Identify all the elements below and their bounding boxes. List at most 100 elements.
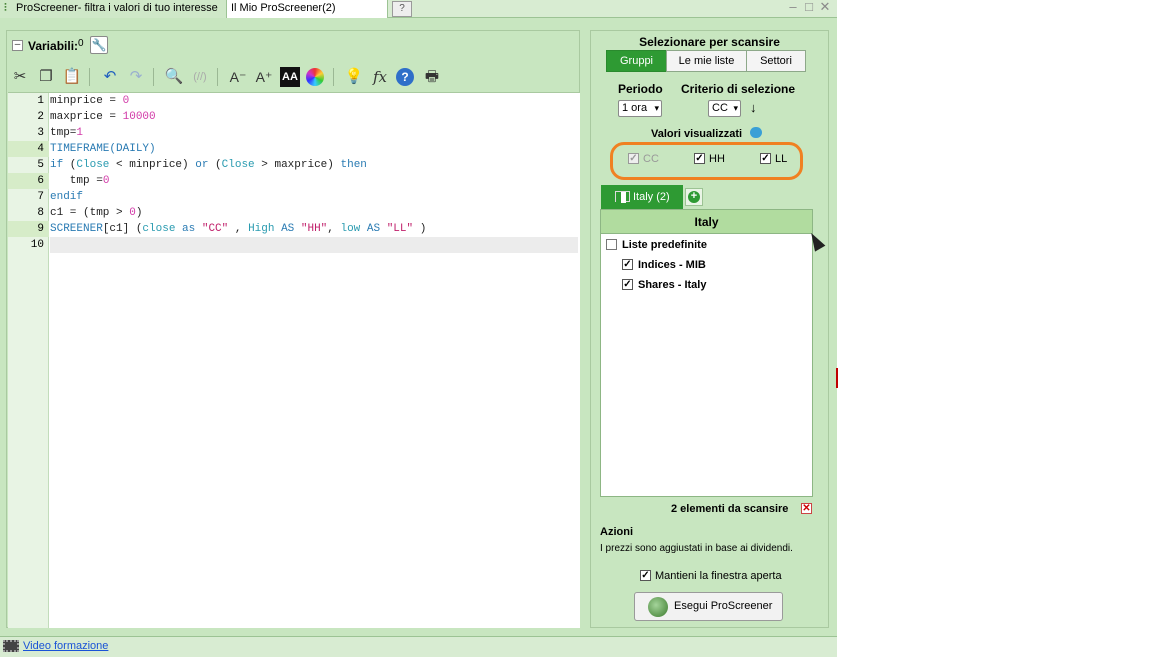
code-token: maxprice = (50, 111, 123, 123)
code-token: ( (63, 159, 77, 171)
tab-my-screener[interactable]: Il Mio ProScreener(2) (226, 0, 388, 18)
font-style-icon[interactable]: AA (280, 67, 300, 87)
code-token: Close (76, 159, 110, 171)
video-training-link[interactable]: Video formazione (23, 640, 108, 652)
line-number: 4 (8, 141, 49, 157)
indices-mib-label: Indices - MIB (638, 259, 706, 271)
chevron-down-icon: ▾ (654, 103, 659, 113)
globe-icon (648, 597, 668, 617)
shares-italy-checkbox[interactable]: ✓ (622, 279, 633, 290)
group-list: Italy Liste predefinite ✓ Indices - MIB … (600, 209, 813, 497)
code-panel: – Variabili: 0 🔧 ✂ ❐ 📋 ↶ ↷ 🔍 (//) A⁻ A⁺ … (6, 30, 580, 628)
criteria-select-value: CC (712, 102, 728, 114)
code-token: "CC" (201, 223, 229, 235)
value-ll-label: LL (775, 153, 788, 165)
line-number-gutter: 1 2 3 4 5 6 7 8 9 10 (8, 93, 49, 628)
period-label: Periodo (618, 82, 663, 96)
run-proscreener-button[interactable]: Esegui ProScreener (634, 592, 783, 621)
variables-label: Variabili: (28, 39, 79, 53)
groups-button[interactable]: Gruppi (606, 50, 667, 72)
copy-icon[interactable]: ❐ (35, 66, 57, 88)
collapse-icon[interactable]: – (12, 40, 23, 51)
lightbulb-icon[interactable]: 💡 (343, 66, 365, 88)
indices-mib-checkbox[interactable]: ✓ (622, 259, 633, 270)
code-line-current[interactable] (50, 237, 578, 253)
code-token: "LL" (386, 223, 414, 235)
predefined-lists-checkbox[interactable] (606, 239, 617, 250)
italy-flag-icon (615, 191, 630, 227)
maximize-icon[interactable]: □ (802, 0, 816, 16)
variables-count: 0 (78, 38, 84, 49)
plus-icon: + (688, 191, 700, 203)
increase-font-icon[interactable]: A⁺ (253, 66, 275, 88)
variables-bar: – Variabili: 0 🔧 (7, 31, 579, 61)
search-icon[interactable]: 🔍 (163, 66, 185, 88)
code-token: endif (50, 191, 84, 203)
predefined-lists-label: Liste predefinite (622, 239, 707, 251)
code-line[interactable]: endif (50, 189, 578, 205)
decrease-font-icon[interactable]: A⁻ (227, 66, 249, 88)
comment-icon[interactable]: (//) (189, 66, 211, 88)
clear-selection-icon[interactable]: ✕ (801, 503, 812, 514)
code-line[interactable]: maxprice = 10000 (50, 109, 578, 125)
line-number: 9 (8, 221, 49, 237)
actions-title: Azioni (600, 526, 633, 538)
value-ll-checkbox[interactable]: ✓ (760, 153, 771, 164)
line-number: 5 (37, 159, 44, 171)
info-bubble-icon[interactable] (750, 127, 762, 138)
print-icon[interactable]: 🖶 (421, 66, 443, 88)
tab-my-screener-label: Il Mio ProScreener(2) (231, 2, 336, 14)
criteria-select[interactable]: CC ▾ (708, 100, 741, 117)
line-number: 7 (37, 191, 44, 203)
line-number: 10 (30, 239, 44, 251)
displayed-values-label: Valori visualizzati (651, 128, 743, 140)
help-icon[interactable]: ? (396, 68, 414, 86)
toolbar-divider (217, 68, 218, 86)
function-icon[interactable]: fx (369, 66, 391, 88)
tab-proscreener-label: ProScreener- filtra i valori di tuo inte… (16, 2, 218, 14)
scan-settings-panel: Selezionare per scansire Gruppi Le mie l… (590, 30, 829, 628)
proscreener-window: ⫶ ProScreener- filtra i valori di tuo int… (0, 0, 837, 657)
code-line[interactable]: minprice = 0 (50, 93, 578, 109)
my-lists-button[interactable]: Le mie liste (666, 50, 747, 72)
keep-window-open-checkbox[interactable]: ✓ (640, 570, 651, 581)
code-token: tmp= (50, 127, 77, 139)
period-select[interactable]: 1 ora ▾ (618, 100, 662, 117)
code-token: 10000 (122, 111, 156, 123)
code-line[interactable]: tmp=1 (50, 125, 578, 141)
country-tab-italy[interactable]: Italy (2) (601, 185, 683, 227)
color-wheel-icon[interactable] (306, 68, 324, 86)
sort-descending-icon[interactable]: ↓ (750, 100, 757, 115)
code-line[interactable]: tmp =0 (50, 173, 578, 189)
line-number: 6 (8, 173, 49, 189)
help-tab-icon[interactable]: ? (392, 1, 412, 17)
code-token: High (248, 223, 275, 235)
undo-icon[interactable]: ↶ (99, 66, 121, 88)
code-line[interactable]: TIMEFRAME(DAILY) (50, 141, 578, 157)
code-token: as (175, 223, 202, 235)
code-line[interactable]: SCREENER[c1] (close as "CC" , High AS "H… (50, 221, 578, 237)
code-line[interactable]: c1 = (tmp > 0) (50, 205, 578, 221)
run-proscreener-label: Esegui ProScreener (674, 600, 773, 612)
line-number: 8 (37, 207, 44, 219)
code-token: 1 (76, 127, 84, 139)
select-scan-title: Selezionare per scansire (639, 35, 780, 49)
code-token: minprice = (50, 95, 123, 107)
cut-icon[interactable]: ✂ (9, 66, 31, 88)
minimize-icon[interactable]: – (786, 0, 800, 16)
code-token: SCREENER (50, 223, 103, 235)
status-bar: Video formazione (0, 636, 837, 657)
code-token: ) (413, 223, 427, 235)
code-token: AS (274, 223, 301, 235)
sectors-button[interactable]: Settori (746, 50, 806, 72)
add-country-button[interactable]: + (685, 188, 703, 206)
wrench-icon[interactable]: 🔧 (90, 36, 108, 54)
value-hh-checkbox[interactable]: ✓ (694, 153, 705, 164)
code-editor[interactable]: 1 2 3 4 5 6 7 8 9 10 minprice = 0 maxpri… (8, 92, 580, 628)
redo-icon[interactable]: ↷ (125, 66, 147, 88)
paste-icon[interactable]: 📋 (61, 66, 83, 88)
close-icon[interactable]: ✕ (818, 0, 832, 16)
country-tab-label: Italy (2) (633, 191, 670, 203)
tab-proscreener[interactable]: ⫶ ProScreener- filtra i valori di tuo int… (0, 0, 226, 18)
code-line[interactable]: if (Close < minprice) or (Close > maxpri… (50, 157, 578, 173)
